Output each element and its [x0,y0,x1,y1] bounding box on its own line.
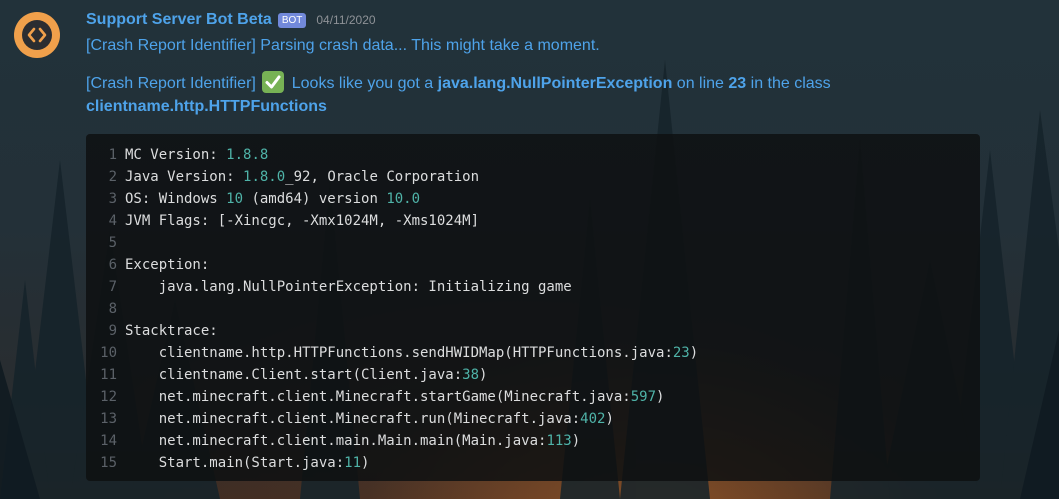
line-number-gutter: 8 [108,301,117,317]
code-line: 1 MC Version: 1.8.8 [86,144,980,166]
code-segment: Start.main(Start.java: [125,455,345,471]
code-line: 13 net.minecraft.client.Minecraft.run(Mi… [86,408,980,430]
line-prefix: [Crash Report Identifier] [86,75,256,92]
code-text: clientname.Client.start(Client.java:38) [125,364,488,386]
white-check-mark-icon [262,71,285,93]
code-line: 8 [86,298,980,320]
code-segment: Stacktrace: [125,323,218,339]
line-number-gutter: 14 [100,433,117,449]
code-segment: ) [656,389,665,405]
chat-message: Support Server Bot Beta BOT 04/11/2020 [… [0,0,1059,499]
code-text: net.minecraft.client.Minecraft.run(Minec… [125,408,614,430]
code-segment: MC Version: [125,147,227,163]
code-line: 6 Exception: [86,254,980,276]
line-number-gutter: 10 [100,345,117,361]
code-number: 1.8.8 [226,147,269,163]
code-text: JVM Flags: [-Xincgc, -Xmx1024M, -Xms1024… [125,210,479,232]
code-number: 10.0 [386,191,421,207]
code-number: 1.8.0 [243,169,286,185]
code-line: 5 [86,232,980,254]
line-number-gutter: 12 [100,389,117,405]
code-line: 10 clientname.http.HTTPFunctions.sendHWI… [86,342,980,364]
code-text: Start.main(Start.java:11) [125,452,370,474]
code-segment: OS: Windows [125,191,227,207]
code-segment: net.minecraft.client.Minecraft.run(Minec… [125,411,581,427]
code-number: 10 [226,191,244,207]
code-segment: net.minecraft.client.main.Main.main(Main… [125,433,547,449]
code-line: 12 net.minecraft.client.Minecraft.startG… [86,386,980,408]
code-block[interactable]: 1 MC Version: 1.8.8 2 Java Version: 1.8.0_9… [86,134,980,481]
code-text: Stacktrace: [125,320,218,342]
class-name: clientname.http.HTTPFunctions [86,98,327,115]
code-segment: Exception: [125,257,210,273]
line-number-gutter: 6 [108,257,117,273]
code-segment: JVM Flags: [-Xincgc, -Xmx1024M, -Xms1024… [125,213,480,229]
message-header: Support Server Bot Beta BOT 04/11/2020 [86,8,376,32]
line-number-gutter: 15 [100,455,117,471]
line-number-gutter: 1 [108,147,117,163]
author-name[interactable]: Support Server Bot Beta [86,11,272,29]
code-segment: clientname.Client.start(Client.java: [125,367,463,383]
bot-avatar[interactable] [14,12,60,58]
code-line: 14 net.minecraft.client.main.Main.main(M… [86,430,980,452]
line-number-gutter: 13 [100,411,117,427]
code-line: 15 Start.main(Start.java:11) [86,452,980,474]
exception-name: java.lang.NullPointerException [437,75,673,92]
code-segment: ) [361,455,370,471]
line-number-gutter: 11 [100,367,117,383]
code-line: 7 java.lang.NullPointerException: Initia… [86,276,980,298]
code-segment: clientname.http.HTTPFunctions.sendHWIDMa… [125,345,673,361]
code-number: 402 [580,411,606,427]
code-text: Java Version: 1.8.0_92, Oracle Corporati… [125,166,479,188]
line-text-c: in the class [746,75,831,92]
message-line-2: [Crash Report Identifier] Looks like you… [86,71,831,93]
line-number-gutter: 4 [108,213,117,229]
code-text: MC Version: 1.8.8 [125,144,268,166]
code-number: 38 [462,367,480,383]
line-text-a: Looks like you got a [287,75,438,92]
line-number-gutter: 2 [108,169,117,185]
code-number: 597 [630,389,657,405]
code-segment: ) [605,411,614,427]
line-number-gutter: 5 [108,235,117,251]
code-number: 23 [672,345,690,361]
code-line: 4 JVM Flags: [-Xincgc, -Xmx1024M, -Xms102… [86,210,980,232]
bot-tag: BOT [277,12,307,28]
code-text: clientname.http.HTTPFunctions.sendHWIDMa… [125,342,698,364]
code-segment: ) [571,433,581,449]
code-line: 11 clientname.Client.start(Client.java:3… [86,364,980,386]
code-text: OS: Windows 10 (amd64) version 10.0 [125,188,420,210]
code-segment: ) [479,367,488,383]
code-segment: _92, Oracle Corporation [285,169,480,185]
code-text: Exception: [125,254,209,276]
code-segment: Java Version: [125,169,244,185]
line-number: 23 [728,75,747,92]
line-number-gutter: 3 [108,191,117,207]
message-line-3: clientname.http.HTTPFunctions [86,98,327,116]
message-line-1: [Crash Report Identifier] Parsing crash … [86,37,600,54]
code-segment: net.minecraft.client.Minecraft.startGame… [125,389,631,405]
code-line: 2 Java Version: 1.8.0_92, Oracle Corporat… [86,166,980,188]
code-text: net.minecraft.client.main.Main.main(Main… [125,430,580,452]
code-number: 113 [546,433,572,449]
code-segment: ) [689,345,699,361]
code-number: 11 [344,455,362,471]
code-text: java.lang.NullPointerException: Initiali… [125,276,572,298]
line-text-b: on line [672,75,729,92]
code-segment: (amd64) version [243,191,387,207]
line-number-gutter: 7 [108,279,117,295]
message-timestamp: 04/11/2020 [316,13,376,27]
code-text: net.minecraft.client.Minecraft.startGame… [125,386,665,408]
code-line: 3 OS: Windows 10 (amd64) version 10.0 [86,188,980,210]
code-brackets-icon [22,20,52,50]
code-line: 9 Stacktrace: [86,320,980,342]
code-segment: java.lang.NullPointerException: Initiali… [125,279,572,295]
line-number-gutter: 9 [108,323,117,339]
